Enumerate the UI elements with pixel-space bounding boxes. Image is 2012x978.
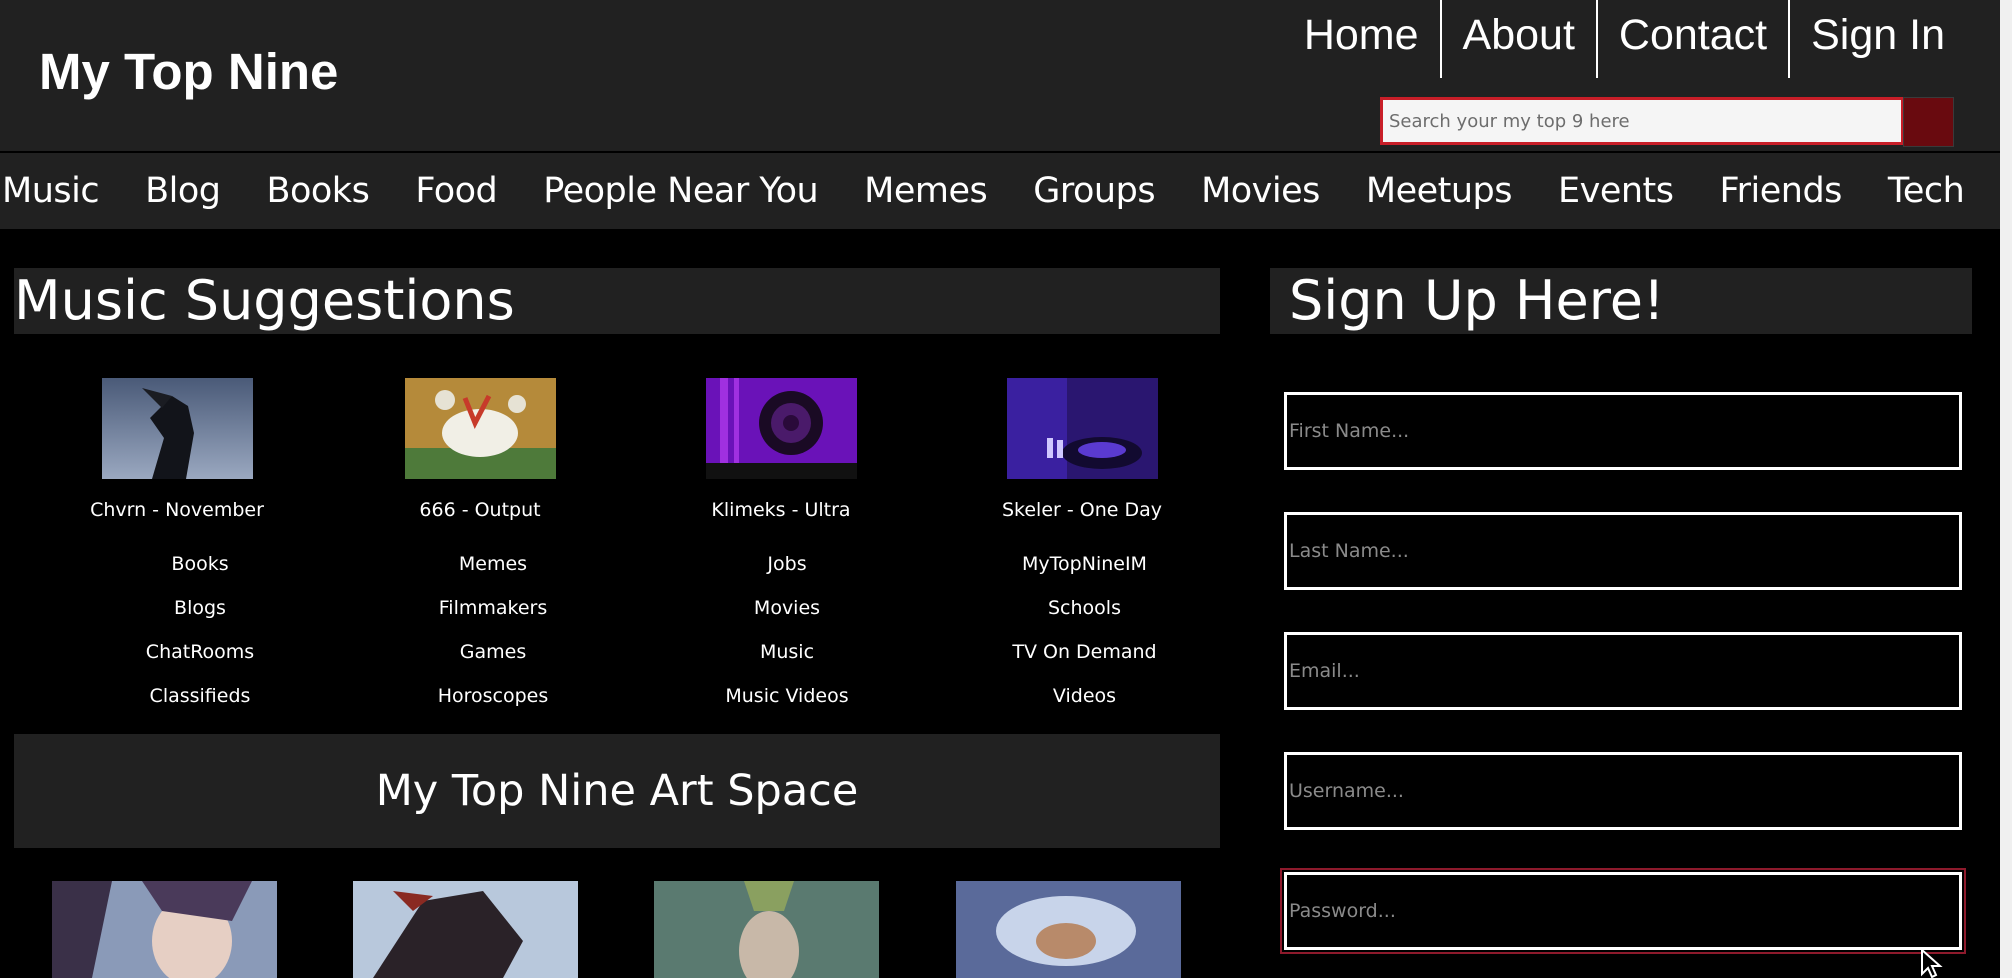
link-chatrooms[interactable]: ChatRooms bbox=[73, 630, 327, 674]
category-friends[interactable]: Friends bbox=[1697, 171, 1865, 211]
category-events[interactable]: Events bbox=[1535, 171, 1697, 211]
category-nav: Music Blog Books Food People Near You Me… bbox=[0, 153, 2012, 229]
category-memes[interactable]: Memes bbox=[841, 171, 1010, 211]
link-videos[interactable]: Videos bbox=[937, 674, 1232, 718]
link-filmmakers[interactable]: Filmmakers bbox=[356, 586, 630, 630]
track-links: Memes Filmmakers Games Horoscopes bbox=[330, 542, 630, 718]
category-blog[interactable]: Blog bbox=[122, 171, 243, 211]
link-horoscopes[interactable]: Horoscopes bbox=[356, 674, 630, 718]
music-suggestions-title: Music Suggestions bbox=[14, 268, 1220, 334]
last-name-field[interactable] bbox=[1284, 512, 1962, 590]
password-field[interactable] bbox=[1280, 868, 1966, 954]
category-meetups[interactable]: Meetups bbox=[1343, 171, 1535, 211]
nav-signin-link[interactable]: Sign In bbox=[1788, 0, 1966, 78]
top-nav: Home About Contact Sign In bbox=[1283, 0, 1966, 78]
category-movies[interactable]: Movies bbox=[1178, 171, 1343, 211]
track-thumbnail[interactable] bbox=[705, 378, 857, 479]
link-games[interactable]: Games bbox=[356, 630, 630, 674]
track-thumbnail[interactable] bbox=[101, 378, 253, 479]
link-tv-on-demand[interactable]: TV On Demand bbox=[937, 630, 1232, 674]
link-mytopnineim[interactable]: MyTopNineIM bbox=[937, 542, 1232, 586]
track-links: Books Blogs ChatRooms Classifieds bbox=[27, 542, 327, 718]
art-thumbnail[interactable] bbox=[353, 881, 578, 978]
link-classifieds[interactable]: Classifieds bbox=[73, 674, 327, 718]
track-card: Chvrn - November Books Blogs ChatRooms C… bbox=[27, 378, 327, 718]
category-music[interactable]: Music bbox=[0, 171, 122, 211]
track-title[interactable]: 666 - Output bbox=[330, 498, 630, 522]
link-memes[interactable]: Memes bbox=[356, 542, 630, 586]
art-thumbnail[interactable] bbox=[956, 881, 1181, 978]
search-button[interactable] bbox=[1903, 97, 1954, 147]
category-people-near-you[interactable]: People Near You bbox=[520, 171, 841, 211]
track-title[interactable]: Chvrn - November bbox=[27, 498, 327, 522]
mouse-cursor-icon bbox=[1921, 948, 1943, 978]
link-music-videos[interactable]: Music Videos bbox=[643, 674, 931, 718]
nav-contact-link[interactable]: Contact bbox=[1595, 0, 1788, 78]
username-field[interactable] bbox=[1284, 752, 1962, 830]
track-title[interactable]: Klimeks - Ultra bbox=[631, 498, 931, 522]
track-card: Klimeks - Ultra Jobs Movies Music Music … bbox=[631, 378, 931, 718]
link-jobs[interactable]: Jobs bbox=[643, 542, 931, 586]
link-music[interactable]: Music bbox=[643, 630, 931, 674]
art-thumbnail[interactable] bbox=[654, 881, 879, 978]
site-header: My Top Nine Home About Contact Sign In bbox=[0, 0, 2000, 151]
track-title[interactable]: Skeler - One Day bbox=[932, 498, 1232, 522]
category-tech[interactable]: Tech bbox=[1865, 171, 1987, 211]
track-card: 666 - Output Memes Filmmakers Games Horo… bbox=[330, 378, 630, 718]
email-field[interactable] bbox=[1284, 632, 1962, 710]
track-links: MyTopNineIM Schools TV On Demand Videos bbox=[932, 542, 1232, 718]
track-thumbnail[interactable] bbox=[1006, 378, 1158, 479]
nav-about-link[interactable]: About bbox=[1439, 0, 1596, 78]
art-thumbnail[interactable] bbox=[52, 881, 277, 978]
track-card: Skeler - One Day MyTopNineIM Schools TV … bbox=[932, 378, 1232, 718]
scrollbar[interactable] bbox=[2000, 0, 2012, 978]
signup-title: Sign Up Here! bbox=[1270, 268, 1972, 334]
track-thumbnail[interactable] bbox=[404, 378, 556, 479]
first-name-field[interactable] bbox=[1284, 392, 1962, 470]
link-schools[interactable]: Schools bbox=[937, 586, 1232, 630]
category-groups[interactable]: Groups bbox=[1010, 171, 1178, 211]
link-books[interactable]: Books bbox=[73, 542, 327, 586]
nav-home-link[interactable]: Home bbox=[1283, 0, 1440, 78]
category-food[interactable]: Food bbox=[392, 171, 520, 211]
link-movies[interactable]: Movies bbox=[643, 586, 931, 630]
track-links: Jobs Movies Music Music Videos bbox=[631, 542, 931, 718]
link-blogs[interactable]: Blogs bbox=[73, 586, 327, 630]
search-bar bbox=[1380, 97, 1954, 147]
category-books[interactable]: Books bbox=[243, 171, 392, 211]
art-space-title: My Top Nine Art Space bbox=[14, 734, 1220, 848]
site-logo[interactable]: My Top Nine bbox=[39, 42, 338, 102]
search-input[interactable] bbox=[1380, 97, 1904, 145]
